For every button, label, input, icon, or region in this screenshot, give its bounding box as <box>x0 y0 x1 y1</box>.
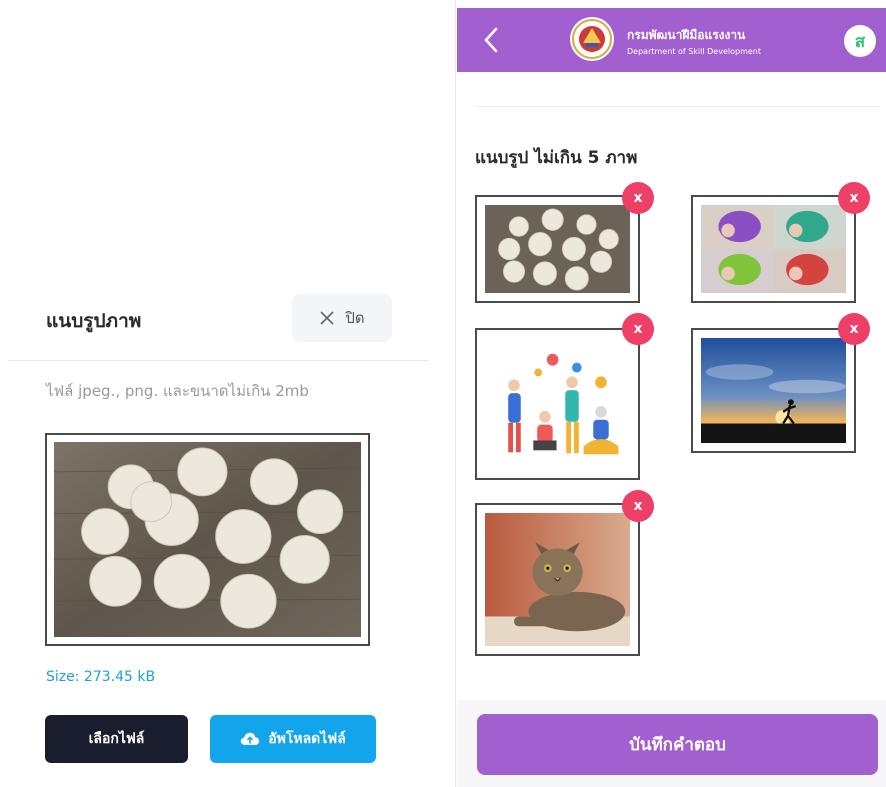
sand-dollar-cookies-photo <box>53 442 362 637</box>
attachment-form-screen: กรมพัฒนาฝีมือแรงงาน Department of Skill … <box>457 0 886 787</box>
attachment-thumbnail[interactable] <box>475 503 640 656</box>
close-button[interactable]: ปิด <box>292 294 392 342</box>
attachment-thumbnail[interactable] <box>691 195 856 303</box>
colorful-hair-collage-photo <box>701 205 846 293</box>
back-chevron-icon[interactable] <box>479 25 503 55</box>
modal-title: แนบรูปภาพ <box>46 310 142 332</box>
attachment-thumbnail[interactable] <box>475 328 640 480</box>
org-name-thai: กรมพัฒนาฝีมือแรงงาน <box>627 28 746 42</box>
save-answer-button[interactable]: บันทึกคำตอบ <box>477 714 878 775</box>
app-header: กรมพัฒนาฝีมือแรงงาน Department of Skill … <box>457 8 886 72</box>
remove-attachment-button[interactable]: x <box>622 490 654 522</box>
image-preview <box>45 433 370 646</box>
attachments-title: แนบรูป ไม่เกิน 5 ภาพ <box>475 148 638 168</box>
attachment-thumbnail[interactable] <box>475 195 640 303</box>
close-icon <box>320 311 334 325</box>
tabby-cat-photo <box>485 513 630 646</box>
section-divider <box>475 106 880 107</box>
people-illustration <box>485 338 630 470</box>
department-seal-logo <box>570 17 614 61</box>
modal-divider <box>8 360 428 361</box>
org-name-english: Department of Skill Development <box>627 47 761 56</box>
remove-attachment-button[interactable]: x <box>838 313 870 345</box>
sand-dollar-cookies-photo <box>485 205 630 293</box>
upload-file-label: อัพโหลดไฟล์ <box>268 731 346 747</box>
upload-file-button[interactable]: อัพโหลดไฟล์ <box>210 715 376 763</box>
choose-file-button[interactable]: เลือกไฟล์ <box>45 715 188 763</box>
remove-attachment-button[interactable]: x <box>622 182 654 214</box>
file-size-label: Size: 273.45 kB <box>46 669 156 685</box>
user-avatar[interactable]: ส <box>844 25 876 57</box>
close-label: ปิด <box>345 309 365 327</box>
cloud-upload-icon <box>241 732 260 745</box>
remove-attachment-button[interactable]: x <box>622 313 654 345</box>
file-requirements-hint: ไฟล์ jpeg., png. และขนาดไม่เกิน 2mb <box>46 382 309 400</box>
panel-separator <box>455 0 456 787</box>
runner-sunset-photo <box>701 338 846 443</box>
attachment-thumbnail[interactable] <box>691 328 856 453</box>
upload-image-modal: แนบรูปภาพ ปิด ไฟล์ jpeg., png. และขนาดไม… <box>0 0 440 787</box>
remove-attachment-button[interactable]: x <box>838 182 870 214</box>
